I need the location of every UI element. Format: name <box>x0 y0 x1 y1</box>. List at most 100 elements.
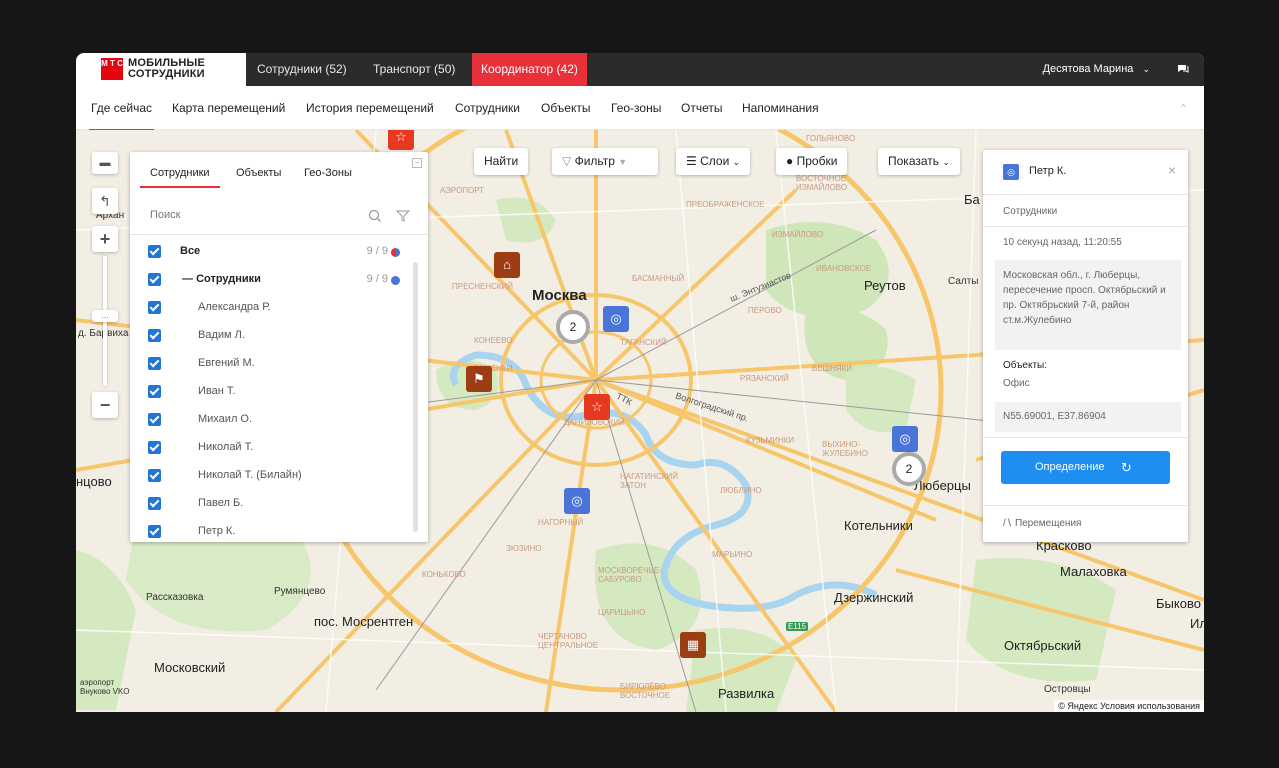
building-icon[interactable]: ▦ <box>680 632 706 658</box>
label-ramenki2: КОНЕЕВО <box>474 336 513 345</box>
item-label: Все <box>180 245 201 257</box>
search-icon[interactable] <box>368 209 382 223</box>
checkbox[interactable] <box>148 497 161 510</box>
logo[interactable]: М Т С МОБИЛЬНЫЕ СОТРУДНИКИ <box>76 53 246 86</box>
checkbox[interactable] <box>148 525 161 538</box>
checkbox[interactable] <box>148 245 161 258</box>
detect-location-button[interactable]: Определение ↻ <box>1001 451 1170 484</box>
employee-list-item[interactable]: Евгений М. <box>148 352 400 380</box>
zoom-in-button[interactable]: + <box>92 226 118 252</box>
nav-employees[interactable]: Сотрудники <box>455 101 520 115</box>
collapse-dash-icon: — <box>182 273 197 285</box>
movements-link[interactable]: /∖ Перемещения <box>1003 518 1081 529</box>
employee-name: Петр К. <box>198 525 236 537</box>
checkbox[interactable] <box>148 385 161 398</box>
map[interactable]: Москва Реутов Котельники Люберцы Красков… <box>76 130 1204 712</box>
checkbox[interactable] <box>148 273 161 286</box>
label-moscow: Москва <box>532 287 587 304</box>
filter-button[interactable]: ▽ Фильтр ▼ <box>552 148 658 175</box>
divider <box>983 226 1188 227</box>
employee-category: Сотрудники <box>1003 206 1058 217</box>
minimize-icon[interactable]: − <box>412 158 422 168</box>
panel-tab-objects[interactable]: Объекты <box>236 167 281 179</box>
employee-name: Петр К. <box>1029 165 1067 177</box>
list-item-group[interactable]: — Сотрудники 9 / 9 <box>148 268 400 296</box>
checkbox[interactable] <box>148 301 161 314</box>
checkbox[interactable] <box>148 441 161 454</box>
checkbox[interactable] <box>148 469 161 482</box>
cluster-marker[interactable]: 2 <box>892 452 926 486</box>
layers-button[interactable]: ☰ Слои ⌄ <box>676 148 751 175</box>
status-dot <box>391 276 400 285</box>
ruler-button[interactable]: ▬ <box>92 152 118 174</box>
star-icon[interactable]: ☆ <box>584 394 610 420</box>
app-window: М Т С МОБИЛЬНЫЕ СОТРУДНИКИ Сотрудники (5… <box>76 53 1204 712</box>
star-icon[interactable]: ☆ <box>388 130 414 150</box>
employee-name: Александра Р. <box>198 301 271 313</box>
label-rasskazovka: Рассказовка <box>146 592 204 603</box>
cluster-marker[interactable]: 2 <box>556 310 590 344</box>
employee-marker-icon: ◎ <box>1003 164 1019 180</box>
divider <box>983 505 1188 506</box>
scrollbar[interactable] <box>413 262 418 532</box>
nav-movement-history[interactable]: История перемещений <box>306 101 434 115</box>
nav-reminders[interactable]: Напоминания <box>742 101 819 115</box>
zoom-out-button[interactable]: − <box>92 392 118 418</box>
employee-list-item[interactable]: Петр К. <box>148 520 400 548</box>
checkbox[interactable] <box>148 329 161 342</box>
search-input[interactable]: Поиск <box>150 209 180 221</box>
employee-name: Михаил О. <box>198 413 253 425</box>
route-icon: ↰ <box>99 193 111 209</box>
label-nagorny: НАГОРНЫЙ <box>538 518 584 527</box>
employee-list-item[interactable]: Вадим Л. <box>148 324 400 352</box>
label-zyuzino: ЗЮЗИНО <box>506 544 542 553</box>
employee-name: Николай Т. (Билайн) <box>198 469 302 481</box>
user-menu[interactable]: Десятова Марина ⌄ <box>1043 53 1150 86</box>
label-ostrovtsy: Островцы <box>1044 684 1091 695</box>
nav-where-now[interactable]: Где сейчас <box>88 101 155 131</box>
nav-geozones[interactable]: Гео-зоны <box>611 101 661 115</box>
tab-employees[interactable]: Сотрудники (52) <box>248 53 356 86</box>
nav-movement-map[interactable]: Карта перемещений <box>172 101 285 115</box>
status-dot <box>391 248 400 257</box>
employee-marker-icon[interactable]: ◎ <box>892 426 918 452</box>
bank-icon[interactable]: ⌂ <box>494 252 520 278</box>
panel-tab-employees[interactable]: Сотрудники <box>140 167 220 188</box>
chevron-down-icon: ⌄ <box>1142 64 1150 74</box>
employee-list-item[interactable]: Николай Т. <box>148 436 400 464</box>
close-icon[interactable]: × <box>1168 162 1176 178</box>
nav-reports[interactable]: Отчеты <box>681 101 722 115</box>
map-copyright[interactable]: © Яндекс Условия использования <box>1054 700 1204 712</box>
employee-marker-icon[interactable]: ◎ <box>564 488 590 514</box>
zoom-slider-handle[interactable]: … <box>92 310 118 322</box>
employee-list-item[interactable]: Михаил О. <box>148 408 400 436</box>
employee-list-item[interactable]: Павел Б. <box>148 492 400 520</box>
collapse-icon[interactable]: ⌃ <box>1179 102 1188 115</box>
minus-icon: − <box>99 395 111 415</box>
tab-transport[interactable]: Транспорт (50) <box>364 53 464 86</box>
chat-icon[interactable] <box>1176 62 1190 76</box>
filter-icon[interactable] <box>396 209 410 223</box>
employee-list-item[interactable]: Иван Т. <box>148 380 400 408</box>
route-button[interactable]: ↰ <box>92 188 118 214</box>
label-bykovo: Быково <box>1156 596 1201 611</box>
label-moskvorechye: МОСКВОРЕЧЬЕ-САБУРОВО <box>598 566 662 584</box>
nav-objects[interactable]: Объекты <box>541 101 591 115</box>
traffic-button[interactable]: ● Пробки <box>776 148 848 175</box>
employee-list-item[interactable]: Александра Р. <box>148 296 400 324</box>
panel-tab-geozones[interactable]: Гео-Зоны <box>304 167 352 179</box>
label-izmaylovo: ИЗМАЙЛОВО <box>772 230 824 239</box>
show-button[interactable]: Показать ⌄ <box>878 148 960 175</box>
employee-list-item[interactable]: Николай Т. (Билайн) <box>148 464 400 492</box>
logo-line-2: СОТРУДНИКИ <box>128 68 205 80</box>
ruler-icon: ▬ <box>99 157 111 169</box>
list-item-all[interactable]: Все 9 / 9 <box>148 240 400 268</box>
find-button[interactable]: Найти <box>474 148 529 175</box>
tab-coordinator[interactable]: Координатор (42) <box>472 53 587 86</box>
employee-marker-icon[interactable]: ◎ <box>603 306 629 332</box>
flag-icon[interactable]: ⚑ <box>466 366 492 392</box>
layers-label: Слои <box>700 154 730 168</box>
divider <box>983 194 1188 195</box>
checkbox[interactable] <box>148 357 161 370</box>
checkbox[interactable] <box>148 413 161 426</box>
